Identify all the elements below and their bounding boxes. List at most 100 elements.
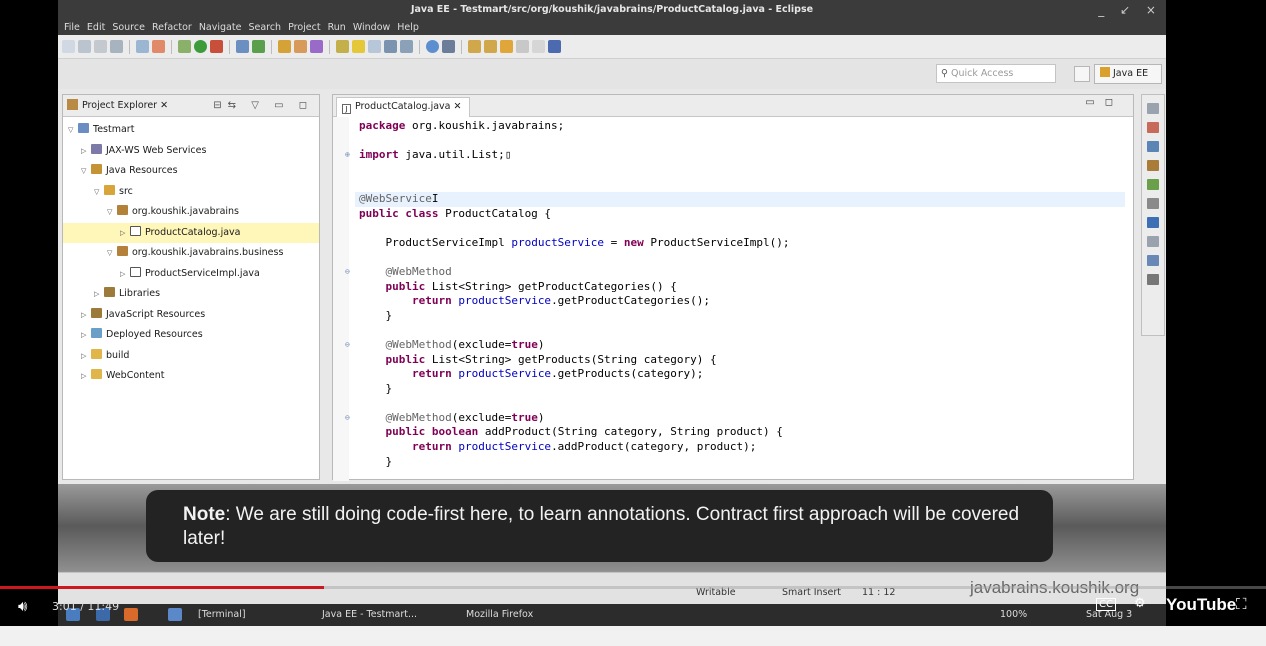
collapsed-arrow-icon[interactable]: ▷ <box>81 366 91 387</box>
fullscreen-icon[interactable]: ⛶ <box>1236 595 1247 613</box>
snippets-icon[interactable] <box>1147 179 1159 190</box>
run-icon[interactable] <box>194 40 207 53</box>
skip-breakpoints-icon[interactable] <box>152 40 165 53</box>
server-icon[interactable] <box>1147 122 1159 133</box>
marker-icon[interactable] <box>352 40 365 53</box>
tree-item-jax-ws-web-services[interactable]: ▷ JAX-WS Web Services <box>63 141 319 162</box>
eraser-icon[interactable] <box>548 40 561 53</box>
expanded-arrow-icon[interactable]: ▽ <box>94 182 104 203</box>
menu-file[interactable]: File <box>64 22 80 33</box>
project-explorer-tab[interactable]: Project Explorer ✕ ⊟⇆ ▽ ▭ ◻ <box>63 95 319 117</box>
new-class-icon[interactable] <box>252 40 265 53</box>
restore-icon[interactable] <box>1147 103 1159 114</box>
save-icon[interactable] <box>78 40 91 53</box>
task-icon[interactable] <box>368 40 381 53</box>
code-line[interactable] <box>359 163 1133 178</box>
tree-item-javascript-resources[interactable]: ▷ JavaScript Resources <box>63 305 319 326</box>
problems-icon[interactable] <box>1147 217 1159 228</box>
tree-item-build[interactable]: ▷ build <box>63 346 319 367</box>
properties-icon[interactable] <box>1147 141 1159 152</box>
tree-item-webcontent[interactable]: ▷ WebContent <box>63 366 319 387</box>
code-line[interactable] <box>359 134 1133 149</box>
youtube-logo[interactable]: YouTube <box>1166 595 1236 615</box>
next-annotation-icon[interactable] <box>468 40 481 53</box>
menu-source[interactable]: Source <box>112 22 145 33</box>
outline-icon[interactable] <box>400 40 413 53</box>
window-controls[interactable]: _ ↙ × <box>1098 0 1162 20</box>
code-line[interactable] <box>359 250 1133 265</box>
tree-item-org-koushik-javabrains[interactable]: ▽ org.koushik.javabrains <box>63 202 319 223</box>
prev-annotation-icon[interactable] <box>484 40 497 53</box>
tree-item-org-koushik-javabrains-business[interactable]: ▽ org.koushik.javabrains.business <box>63 243 319 264</box>
menu-refactor[interactable]: Refactor <box>152 22 192 33</box>
code-line[interactable]: public List<String> getProducts(String c… <box>359 353 1133 368</box>
menu-project[interactable]: Project <box>288 22 321 33</box>
expanded-arrow-icon[interactable]: ▽ <box>107 243 117 264</box>
search-icon[interactable] <box>294 40 307 53</box>
code-line[interactable] <box>359 177 1133 192</box>
tools-icon[interactable] <box>442 40 455 53</box>
restore-icon-2[interactable] <box>1147 236 1159 247</box>
pen-icon[interactable] <box>310 40 323 53</box>
menu-window[interactable]: Window <box>353 22 390 33</box>
menu-navigate[interactable]: Navigate <box>199 22 242 33</box>
quick-access-field[interactable]: ⚲ Quick Access <box>936 64 1056 83</box>
new-server-icon[interactable] <box>236 40 249 53</box>
view-icon[interactable] <box>384 40 397 53</box>
collapsed-arrow-icon[interactable]: ▷ <box>81 346 91 367</box>
code-line[interactable]: ProductServiceImpl productService = new … <box>359 236 1133 251</box>
code-line[interactable]: } <box>359 455 1133 470</box>
tree-item-productserviceimpl-java[interactable]: ▷ ProductServiceImpl.java <box>63 264 319 285</box>
expanded-arrow-icon[interactable]: ▽ <box>68 120 78 141</box>
code-line[interactable]: } <box>359 309 1133 324</box>
debug-icon[interactable] <box>178 40 191 53</box>
fold-collapse-icon[interactable]: ⊖ <box>345 265 350 280</box>
back-icon[interactable] <box>500 40 513 53</box>
code-line[interactable]: } <box>359 382 1133 397</box>
code-line[interactable]: @WebServiceI <box>355 191 1125 207</box>
task-list-icon[interactable] <box>1147 274 1159 285</box>
code-line[interactable]: return productService.getProductCategori… <box>359 294 1133 309</box>
new-icon[interactable] <box>62 40 75 53</box>
outline-icon[interactable] <box>1147 255 1159 266</box>
menu-run[interactable]: Run <box>328 22 346 33</box>
fold-collapse-icon[interactable]: ⊖ <box>345 411 350 426</box>
forward-icon[interactable] <box>516 40 529 53</box>
view-menu-controls[interactable]: ⊟⇆ ▽ ▭ ◻ <box>213 95 313 117</box>
collapsed-arrow-icon[interactable]: ▷ <box>81 305 91 326</box>
collapsed-arrow-icon[interactable]: ▷ <box>81 141 91 162</box>
data-source-icon[interactable] <box>1147 160 1159 171</box>
save-all-icon[interactable] <box>94 40 107 53</box>
perspective-button[interactable]: Java EE <box>1094 64 1162 84</box>
globe-icon[interactable] <box>426 40 439 53</box>
print-icon[interactable] <box>110 40 123 53</box>
code-line[interactable]: return productService.addProduct(categor… <box>359 440 1133 455</box>
expanded-arrow-icon[interactable]: ▽ <box>107 202 117 223</box>
tree-item-productcatalog-java[interactable]: ▷ ProductCatalog.java <box>63 222 319 244</box>
settings-gear-icon[interactable]: ⚙ <box>1134 596 1146 611</box>
video-player[interactable]: Java EE - Testmart/src/org/koushik/javab… <box>0 0 1266 626</box>
annotation-icon[interactable] <box>336 40 349 53</box>
collapsed-arrow-icon[interactable]: ▷ <box>81 325 91 346</box>
tree-item-libraries[interactable]: ▷ Libraries <box>63 284 319 305</box>
menu-search[interactable]: Search <box>248 22 281 33</box>
collapsed-arrow-icon[interactable]: ▷ <box>120 264 130 285</box>
code-line[interactable]: ⊖ @WebMethod(exclude=true) <box>345 338 1133 353</box>
code-line[interactable]: ⊖ @WebMethod <box>345 265 1133 280</box>
menu-edit[interactable]: Edit <box>87 22 105 33</box>
code-area[interactable]: package org.koushik.javabrains; ⊕ import j… <box>345 119 1133 498</box>
code-line[interactable]: public boolean addProduct(String categor… <box>359 425 1133 440</box>
captions-icon[interactable]: CC <box>1096 598 1116 611</box>
collapsed-arrow-icon[interactable]: ▷ <box>120 223 130 244</box>
code-line[interactable]: ⊖ @WebMethod(exclude=true) <box>345 411 1133 426</box>
tree-item-src[interactable]: ▽ src <box>63 182 319 203</box>
pin-icon[interactable] <box>532 40 545 53</box>
code-line[interactable]: public List<String> getProductCategories… <box>359 280 1133 295</box>
menu-help[interactable]: Help <box>397 22 419 33</box>
fold-collapse-icon[interactable]: ⊖ <box>345 338 350 353</box>
run-external-icon[interactable] <box>210 40 223 53</box>
editor-tab-productcatalog[interactable]: J ProductCatalog.java ✕ <box>336 97 471 117</box>
volume-icon[interactable]: 🔊︎ <box>18 597 27 615</box>
code-line[interactable] <box>359 323 1133 338</box>
code-line[interactable]: return productService.getProducts(catego… <box>359 367 1133 382</box>
